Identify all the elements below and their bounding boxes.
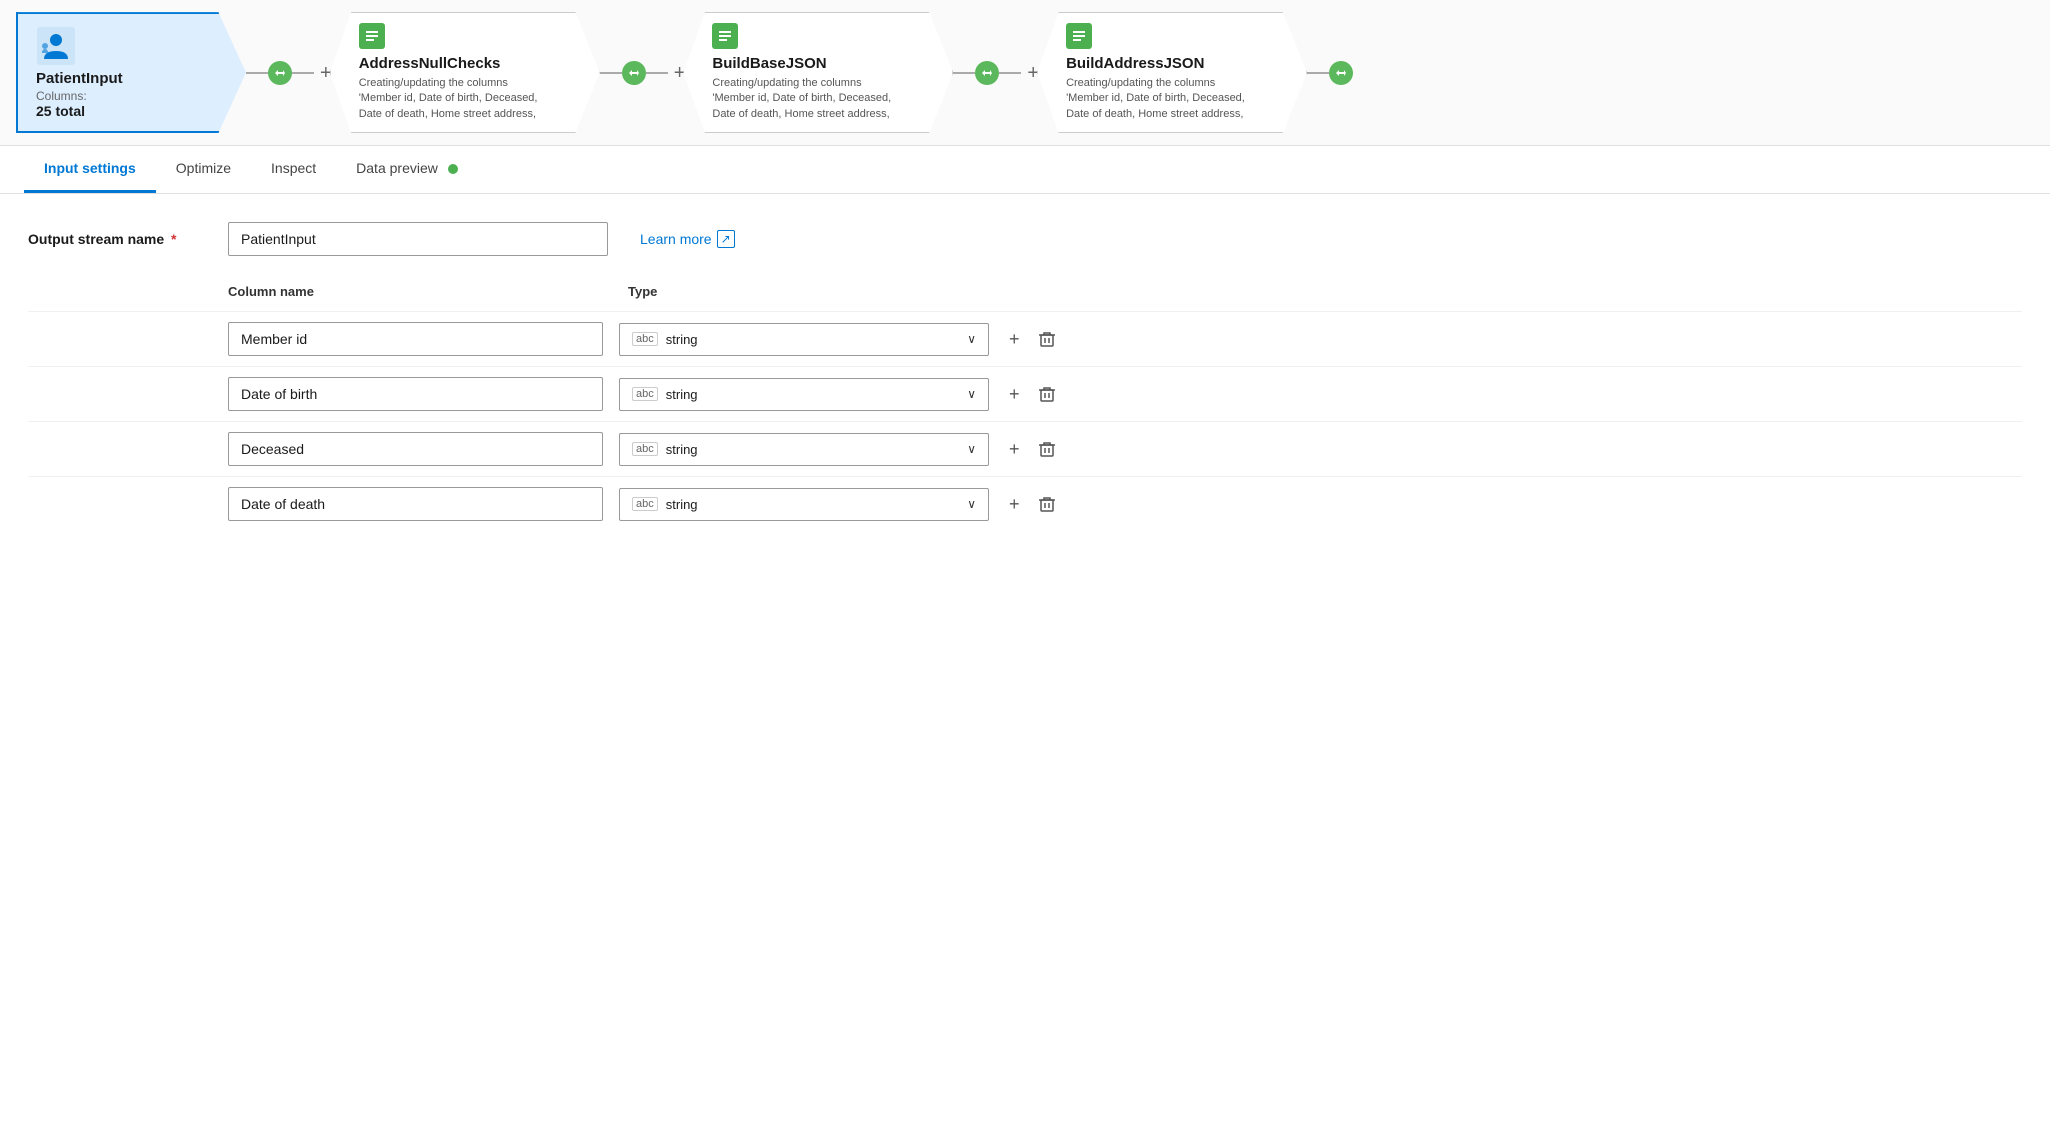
patient-input-subtitle: Columns: <box>36 89 230 103</box>
connector-3: + <box>953 61 1039 85</box>
connector-2: + <box>600 61 686 85</box>
row-actions-deceased: + <box>1007 437 1058 462</box>
build-address-title: BuildAddressJSON <box>1066 55 1290 72</box>
delete-column-date-of-birth[interactable] <box>1036 383 1058 405</box>
chevron-down-date-of-death: ∨ <box>967 497 976 511</box>
abc-badge-2: abc <box>632 387 658 401</box>
column-type-date-of-death[interactable]: abc string ∨ <box>619 488 989 521</box>
type-label-member-id: abc string <box>632 332 698 347</box>
abc-badge-3: abc <box>632 442 658 456</box>
build-address-desc: Creating/updating the columns 'Member id… <box>1066 76 1246 122</box>
column-type-member-id[interactable]: abc string ∨ <box>619 323 989 356</box>
patient-input-count: 25 total <box>36 103 230 119</box>
patient-input-title: PatientInput <box>36 70 230 87</box>
output-stream-name-input[interactable] <box>228 222 608 256</box>
tabs-section: Input settings Optimize Inspect Data pre… <box>0 146 2050 194</box>
add-column-after-date-of-birth[interactable]: + <box>1007 382 1022 407</box>
columns-headers: Column name Type <box>28 284 2022 299</box>
columns-section: Column name Type abc string ∨ + <box>28 284 2022 531</box>
pipeline-node-build-base-json[interactable]: BuildBaseJSON Creating/updating the colu… <box>683 12 953 133</box>
column-name-deceased[interactable] <box>228 432 603 466</box>
row-actions-date-of-birth: + <box>1007 382 1058 407</box>
delete-column-date-of-death[interactable] <box>1036 493 1058 515</box>
pipeline-header: PatientInput Columns: 25 total + Address… <box>0 0 2050 146</box>
column-type-date-of-birth[interactable]: abc string ∨ <box>619 378 989 411</box>
connector-dot-2 <box>622 61 646 85</box>
connector-dot-3 <box>975 61 999 85</box>
build-address-icon <box>1066 23 1092 49</box>
data-preview-dot <box>448 164 458 174</box>
connector-dot-4 <box>1329 61 1353 85</box>
add-column-after-member-id[interactable]: + <box>1007 327 1022 352</box>
required-star-1: * <box>167 231 176 247</box>
column-row-member-id: abc string ∨ + <box>28 311 2022 366</box>
tab-input-settings[interactable]: Input settings <box>24 146 156 193</box>
column-name-header: Column name <box>228 284 618 299</box>
type-label-date-of-birth: abc string <box>632 387 698 402</box>
patient-input-icon <box>36 26 76 66</box>
type-label-deceased: abc string <box>632 442 698 457</box>
delete-column-deceased[interactable] <box>1036 438 1058 460</box>
type-label-date-of-death: abc string <box>632 497 698 512</box>
connector-dot-1 <box>268 61 292 85</box>
address-null-icon <box>359 23 385 49</box>
tab-inspect[interactable]: Inspect <box>251 146 336 193</box>
row-actions-member-id: + <box>1007 327 1058 352</box>
abc-badge-1: abc <box>632 332 658 346</box>
content-area: Output stream name * Learn more ↗ Column… <box>0 194 2050 559</box>
column-type-header: Type <box>618 284 998 299</box>
chevron-down-deceased: ∨ <box>967 442 976 456</box>
address-null-title: AddressNullChecks <box>359 55 583 72</box>
pipeline-node-address-null-checks[interactable]: AddressNullChecks Creating/updating the … <box>330 12 600 133</box>
build-base-icon <box>712 23 738 49</box>
build-base-desc: Creating/updating the columns 'Member id… <box>712 76 892 122</box>
connector-1: + <box>246 61 332 85</box>
add-column-after-deceased[interactable]: + <box>1007 437 1022 462</box>
column-name-date-of-birth[interactable] <box>228 377 603 411</box>
tab-data-preview[interactable]: Data preview <box>336 146 478 193</box>
column-name-member-id[interactable] <box>228 322 603 356</box>
chevron-down-member-id: ∨ <box>967 332 976 346</box>
connector-4 <box>1307 61 1353 85</box>
pipeline-node-patient-input[interactable]: PatientInput Columns: 25 total <box>16 12 246 133</box>
abc-badge-4: abc <box>632 497 658 511</box>
column-type-deceased[interactable]: abc string ∨ <box>619 433 989 466</box>
column-name-date-of-death[interactable] <box>228 487 603 521</box>
column-row-date-of-death: abc string ∨ + <box>28 476 2022 531</box>
chevron-down-date-of-birth: ∨ <box>967 387 976 401</box>
tab-optimize[interactable]: Optimize <box>156 146 251 193</box>
external-link-icon: ↗ <box>717 230 735 248</box>
add-column-after-date-of-death[interactable]: + <box>1007 492 1022 517</box>
build-base-title: BuildBaseJSON <box>712 55 936 72</box>
tabs: Input settings Optimize Inspect Data pre… <box>24 146 2026 193</box>
output-stream-label: Output stream name * <box>28 231 228 247</box>
output-stream-name-row: Output stream name * Learn more ↗ <box>28 222 2022 256</box>
column-row-deceased: abc string ∨ + <box>28 421 2022 476</box>
pipeline-node-build-address-json[interactable]: BuildAddressJSON Creating/updating the c… <box>1037 12 1307 133</box>
row-actions-date-of-death: + <box>1007 492 1058 517</box>
delete-column-member-id[interactable] <box>1036 328 1058 350</box>
column-row-date-of-birth: abc string ∨ + <box>28 366 2022 421</box>
address-null-desc: Creating/updating the columns 'Member id… <box>359 76 539 122</box>
learn-more-link[interactable]: Learn more ↗ <box>640 230 735 248</box>
